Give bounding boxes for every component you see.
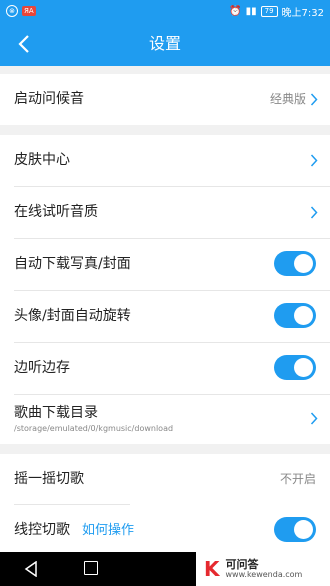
cover-rotate-toggle[interactable]: [274, 303, 316, 328]
alarm-icon: ⏰: [229, 5, 242, 17]
notification-icon: ⊗: [6, 5, 18, 17]
setting-value: 经典版: [269, 92, 306, 106]
toggle-knob: [294, 520, 313, 539]
setting-cache-while-play: 边听边存: [0, 343, 330, 394]
setting-skin-center[interactable]: 皮肤中心: [0, 135, 330, 186]
nav-back-icon[interactable]: [24, 561, 38, 577]
watermark-logo: K: [204, 557, 220, 581]
setting-label: 摇一摇切歌: [14, 471, 84, 487]
status-time: 晚上7:32: [281, 7, 324, 19]
setting-startup-greeting[interactable]: 启动问候音 经典版: [0, 74, 330, 125]
how-to-link[interactable]: 如何操作: [82, 523, 134, 538]
wired-control-toggle[interactable]: [274, 517, 316, 542]
setting-label: 边听边存: [14, 360, 70, 376]
chevron-right-icon: [310, 206, 318, 219]
setting-download-directory[interactable]: 歌曲下载目录 /storage/emulated/0/kgmusic/downl…: [0, 393, 330, 444]
setting-auto-download-cover: 自动下载写真/封面: [0, 239, 330, 290]
wired-control-label: 线控切歌: [14, 522, 70, 538]
download-path: /storage/emulated/0/kgmusic/download: [14, 424, 174, 433]
chevron-right-icon: [310, 93, 318, 106]
battery-icon: 79: [260, 5, 278, 17]
setting-label: 自动下载写真/封面: [14, 256, 131, 272]
setting-label: 线控切歌 如何操作: [14, 505, 134, 556]
signal-icon: ▮▮: [245, 5, 257, 17]
setting-label: 头像/封面自动旋转: [14, 308, 131, 324]
settings-group-main: 皮肤中心 在线试听音质 自动下载写真/封面 头像/封面自动旋转 边听边存 歌曲下…: [0, 135, 330, 444]
app-badge: ЯA: [22, 6, 36, 16]
toggle-knob: [294, 254, 313, 273]
setting-cover-rotate: 头像/封面自动旋转: [0, 291, 330, 342]
watermark: K 可问答 www.kewenda.com: [196, 552, 330, 586]
watermark-name: 可问答: [225, 557, 259, 571]
watermark-url: www.kewenda.com: [225, 569, 303, 579]
setting-audio-quality[interactable]: 在线试听音质: [0, 187, 330, 238]
page-title: 设置: [148, 34, 181, 53]
toggle-knob: [294, 358, 313, 377]
cache-while-play-toggle[interactable]: [274, 355, 316, 380]
nav-home-icon[interactable]: [84, 561, 98, 575]
app-bar: 设置: [0, 22, 330, 66]
auto-download-cover-toggle[interactable]: [274, 251, 316, 276]
status-bar: ⊗ ЯA ⏰ ▮▮ 79 晚上7:32: [0, 0, 330, 22]
toggle-knob: [294, 306, 313, 325]
setting-label: 皮肤中心: [14, 152, 70, 168]
chevron-right-icon: [310, 154, 318, 167]
chevron-right-icon: [310, 412, 318, 425]
setting-shake-switch[interactable]: 摇一摇切歌 不开启: [0, 454, 330, 505]
settings-group-controls: 摇一摇切歌 不开启 线控切歌 如何操作: [0, 454, 330, 552]
settings-group-startup: 启动问候音 经典版: [0, 74, 330, 125]
setting-label: 启动问候音: [14, 91, 84, 107]
setting-label: 在线试听音质: [14, 204, 98, 220]
setting-value: 不开启: [279, 472, 316, 486]
setting-wired-control: 线控切歌 如何操作: [0, 505, 330, 556]
